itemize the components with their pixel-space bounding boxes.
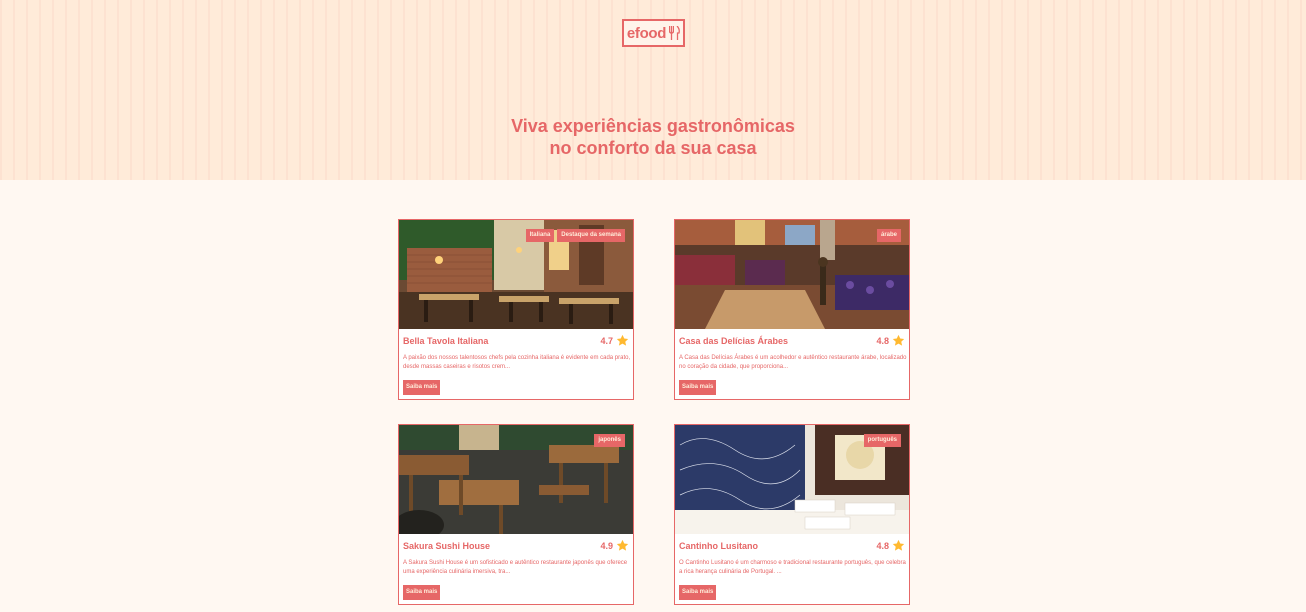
learn-more-button[interactable]: Saiba mais [679,380,717,395]
restaurant-description: O Cantinho Lusitano é um charmoso e trad… [679,560,906,575]
rating: 4.8 [876,334,905,347]
star-icon [616,539,629,551]
restaurant-card[interactable]: japonês Sakura Sushi House 4.9 A Sakura … [398,424,634,605]
rating-value: 4.7 [600,335,613,346]
tag-list: Italiana Destaque da semana [525,229,625,242]
restaurant-name: Casa das Delícias Árabes [679,336,789,346]
learn-more-button[interactable]: Saiba mais [403,380,441,395]
logo-text: efood [626,24,667,42]
title-line-2: no conforto da sua casa [549,138,757,158]
rating-value: 4.8 [876,335,889,346]
tag-cuisine: japonês [594,434,625,447]
restaurant-name: Bella Tavola Italiana [403,336,489,346]
efood-logo[interactable]: efood [622,19,685,47]
restaurant-card[interactable]: Italiana Destaque da semana Bella Tavola… [398,219,634,400]
page-title: Viva experiências gastronômicas no confo… [0,115,1306,159]
restaurant-photo [675,220,909,329]
rating: 4.9 [600,539,629,552]
restaurant-name: Cantinho Lusitano [679,541,758,551]
tag-cuisine: Italiana [525,229,555,242]
hero-banner: efood Viva experiências gastronômicas no… [0,0,1306,180]
rating-value: 4.8 [876,540,889,551]
restaurant-card[interactable]: português Cantinho Lusitano 4.8 O Cantin… [674,424,910,605]
restaurant-card[interactable]: árabe Casa das Delícias Árabes 4.8 A Cas… [674,219,910,400]
tag-list: japonês [594,434,625,447]
tag-featured: Destaque da semana [557,229,625,242]
learn-more-button[interactable]: Saiba mais [679,585,717,600]
rating-value: 4.9 [600,540,613,551]
rating: 4.7 [600,334,629,347]
tag-cuisine: árabe [876,229,901,242]
star-icon [616,334,629,346]
rating: 4.8 [876,539,905,552]
restaurant-description: A Casa das Delícias Árabes é um acolhedo… [679,355,907,370]
tag-list: árabe [876,229,901,242]
learn-more-button[interactable]: Saiba mais [403,585,441,600]
star-icon [892,539,905,551]
tag-cuisine: português [863,434,901,447]
restaurant-description: A Sakura Sushi House é um sofisticado e … [403,560,628,575]
restaurant-name: Sakura Sushi House [403,541,491,551]
star-icon [892,334,905,346]
cutlery-icon [669,26,681,40]
restaurant-description: A paixão dos nossos talentosos chefs pel… [403,355,631,370]
title-line-1: Viva experiências gastronômicas [511,116,795,136]
tag-list: português [863,434,901,447]
